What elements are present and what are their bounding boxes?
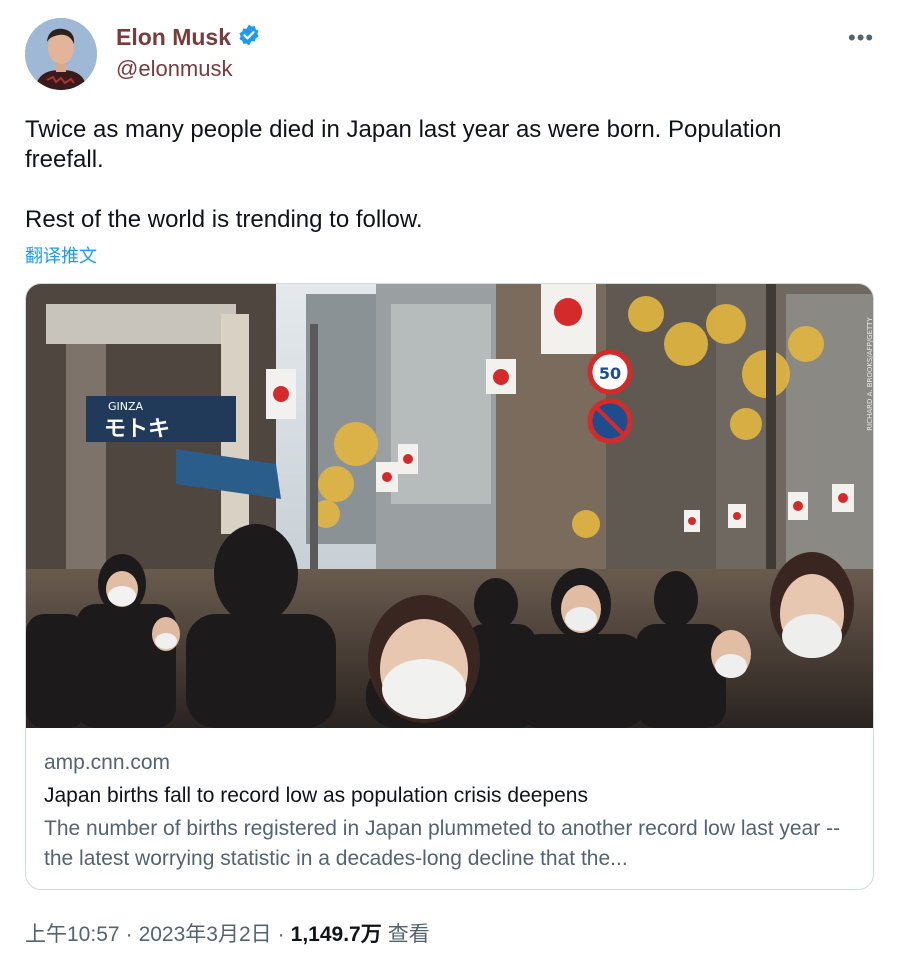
views-label: 查看 <box>387 923 430 946</box>
card-photo[interactable]: GINZA モトキ 50 RICHARD A. BROOKS/AFP/GETTY <box>26 284 874 728</box>
translate-link[interactable]: 翻译推文 <box>25 242 97 268</box>
tweet-text: Twice as many people died in Japan last … <box>25 116 782 233</box>
store-sign-main: モトキ <box>104 417 170 442</box>
tweet-date[interactable]: 2023年3月2日 <box>139 918 272 948</box>
photo-credit: RICHARD A. BROOKS/AFP/GETTY <box>866 317 874 431</box>
tweet-meta: 上午10:57 · 2023年3月2日 · 1,149.7万 查看 <box>25 918 430 948</box>
more-options-icon[interactable]: ••• <box>848 25 874 51</box>
verified-badge-icon <box>237 23 261 52</box>
meta-separator: · <box>125 923 133 946</box>
store-sign-top: GINZA <box>108 400 144 413</box>
link-card[interactable]: GINZA モトキ 50 RICHARD A. BROOKS/AFP/GETTY… <box>25 283 874 890</box>
card-title[interactable]: Japan births fall to record low as popul… <box>44 784 588 808</box>
view-count: 1,149.7万 <box>290 923 382 946</box>
tweet-time[interactable]: 上午10:57 <box>25 918 120 948</box>
author-name[interactable]: Elon Musk <box>116 24 231 51</box>
avatar[interactable] <box>25 18 97 90</box>
speed-limit-sign: 50 <box>599 364 621 383</box>
author-handle[interactable]: @elonmusk <box>116 56 233 82</box>
meta-separator: · <box>277 923 285 946</box>
card-description: The number of births registered in Japan… <box>44 817 841 870</box>
card-domain: amp.cnn.com <box>44 751 171 774</box>
